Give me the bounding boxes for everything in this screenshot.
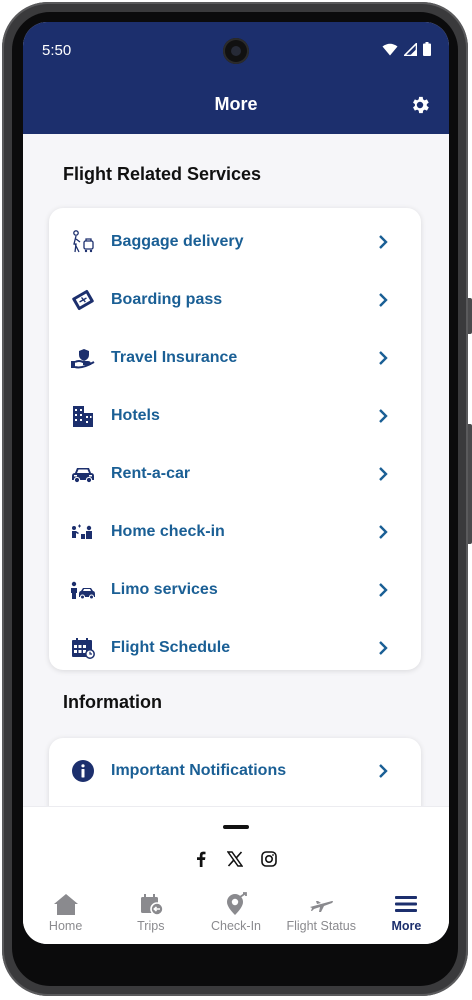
menu-item-flight-schedule[interactable]: Flight Schedule	[49, 619, 421, 677]
menu-item-label: Baggage delivery	[111, 233, 244, 250]
menu-icon	[392, 891, 420, 917]
chevron-right-icon	[375, 292, 391, 308]
menu-item-home-check-in[interactable]: Home check-in	[49, 503, 421, 561]
calendar-icon	[69, 634, 97, 662]
tab-label: Home	[48, 919, 83, 933]
tab-trips[interactable]: Trips	[108, 891, 193, 943]
tab-more[interactable]: More	[364, 891, 449, 943]
menu-item-baggage-delivery[interactable]: Baggage delivery	[49, 213, 421, 271]
menu-item-label: Home check-in	[111, 523, 225, 540]
tab-home[interactable]: Home	[23, 891, 108, 943]
chevron-right-icon	[375, 640, 391, 656]
signal-icon	[402, 41, 418, 61]
menu-item-label: Hotels	[111, 407, 160, 424]
car-icon	[69, 460, 97, 488]
tab-check-in[interactable]: Check-In	[193, 891, 278, 943]
menu-item-boarding-pass[interactable]: Boarding pass	[49, 271, 421, 329]
chevron-right-icon	[375, 350, 391, 366]
chevron-right-icon	[375, 582, 391, 598]
section-title-flight-services: Flight Related Services	[63, 164, 262, 184]
chevron-right-icon	[375, 408, 391, 424]
flight-services-card: Baggage delivery Boarding pass Travel In…	[49, 208, 421, 670]
footer: Home Trips Check-In Flight Status More	[23, 806, 449, 944]
menu-item-label: Limo services	[111, 581, 218, 598]
checkin-icon	[222, 891, 250, 917]
boarding-pass-icon	[69, 286, 97, 314]
hotel-icon	[69, 402, 97, 430]
menu-item-label: Important Notifications	[111, 762, 287, 779]
chevron-right-icon	[375, 524, 391, 540]
menu-item-important-notifications[interactable]: Important Notifications	[49, 742, 421, 800]
instagram-icon[interactable]	[261, 851, 277, 867]
baggage-icon	[69, 228, 97, 256]
chevron-right-icon	[375, 763, 391, 779]
app-header: 5:50 More	[23, 22, 449, 134]
tab-label: Check-In	[210, 919, 262, 933]
battery-icon	[423, 42, 431, 61]
menu-item-label: Rent-a-car	[111, 465, 191, 482]
status-time: 5:50	[42, 42, 72, 59]
facebook-icon[interactable]	[193, 851, 209, 867]
limo-icon	[69, 576, 97, 604]
bottom-nav: Home Trips Check-In Flight Status More	[23, 891, 449, 943]
menu-item-travel-insurance[interactable]: Travel Insurance	[49, 329, 421, 387]
screen: 5:50 More Flight Related Services Baggag…	[23, 22, 449, 944]
menu-item-label: Flight Schedule	[111, 639, 231, 656]
tab-label: More	[391, 919, 422, 933]
chevron-right-icon	[375, 234, 391, 250]
section-title-information: Information	[63, 692, 162, 712]
info-icon	[69, 757, 97, 785]
menu-item-hotels[interactable]: Hotels	[49, 387, 421, 445]
menu-item-limo-services[interactable]: Limo services	[49, 561, 421, 619]
tab-label: Trips	[137, 919, 165, 933]
more-content[interactable]: Flight Related Services Baggage delivery…	[23, 134, 449, 806]
status-icons	[382, 41, 431, 61]
settings-gear-icon[interactable]	[409, 94, 431, 116]
wifi-icon	[382, 43, 398, 61]
plane-icon	[307, 891, 335, 917]
x-twitter-icon[interactable]	[227, 851, 243, 867]
page-title: More	[214, 94, 258, 114]
home-icon	[52, 891, 80, 917]
menu-item-label: Travel Insurance	[111, 349, 238, 366]
drag-handle[interactable]	[223, 825, 249, 829]
volume-button	[468, 298, 472, 334]
social-links	[193, 851, 277, 867]
insurance-icon	[69, 344, 97, 372]
front-camera	[223, 38, 249, 64]
information-card: Important Notifications	[49, 738, 421, 806]
trips-icon	[137, 891, 165, 917]
tab-flight-status[interactable]: Flight Status	[279, 891, 364, 943]
menu-item-rent-a-car[interactable]: Rent-a-car	[49, 445, 421, 503]
power-button	[468, 424, 472, 544]
menu-item-label: Boarding pass	[111, 291, 223, 308]
tab-label: Flight Status	[286, 919, 356, 933]
home-checkin-icon	[69, 518, 97, 546]
chevron-right-icon	[375, 466, 391, 482]
